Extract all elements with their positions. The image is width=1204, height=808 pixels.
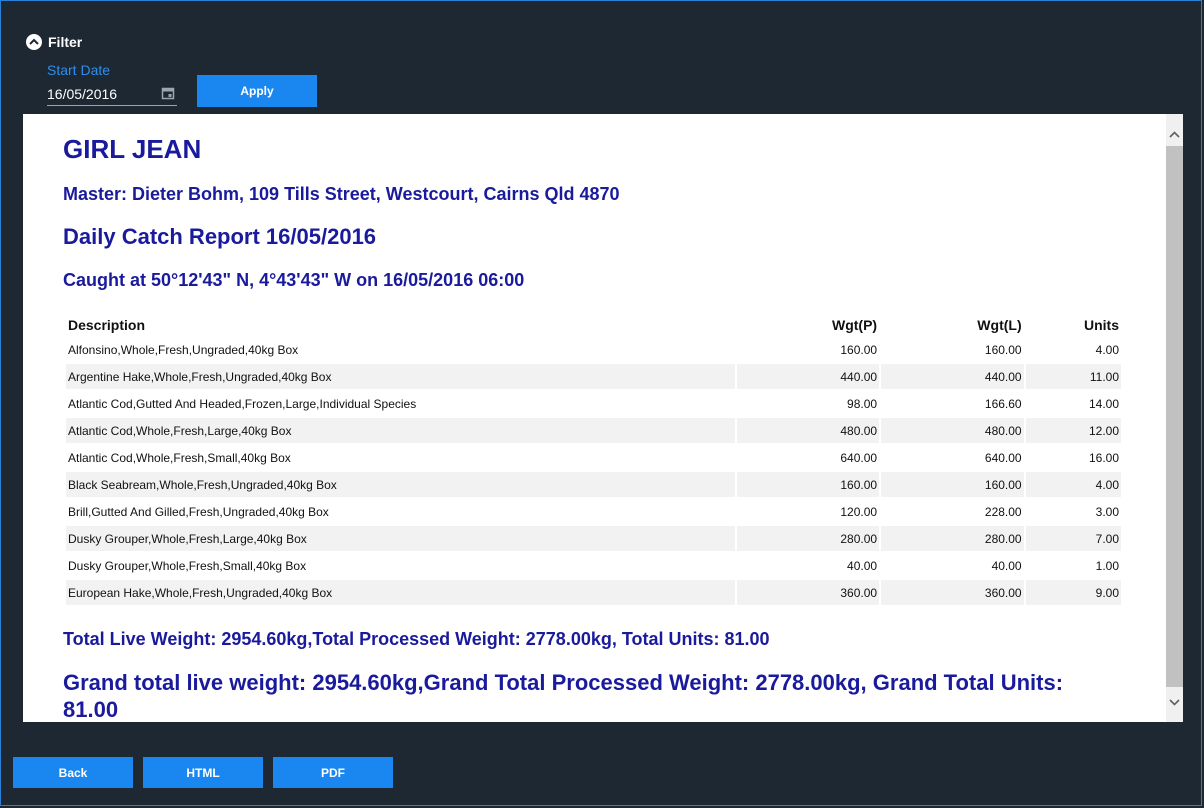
cell-wgt-l: 480.00 xyxy=(881,418,1024,445)
cell-description: Atlantic Cod,Whole,Fresh,Small,40kg Box xyxy=(66,445,735,472)
cell-wgt-p: 640.00 xyxy=(736,445,880,472)
start-date-label: Start Date xyxy=(47,62,111,78)
cell-description: Atlantic Cod,Whole,Fresh,Large,40kg Box xyxy=(66,418,735,445)
cell-units: 11.00 xyxy=(1025,364,1121,391)
column-header-description: Description xyxy=(68,316,146,333)
cell-units: 3.00 xyxy=(1025,499,1121,526)
pdf-button[interactable]: PDF xyxy=(273,757,393,788)
cell-wgt-l: 360.00 xyxy=(881,580,1024,607)
grand-total-line: Grand total live weight: 2954.60kg,Grand… xyxy=(63,670,1064,722)
cell-wgt-p: 160.00 xyxy=(736,337,880,364)
cell-wgt-l: 40.00 xyxy=(881,553,1024,580)
cell-wgt-p: 40.00 xyxy=(736,553,880,580)
cell-wgt-l: 166.60 xyxy=(881,391,1024,418)
cell-wgt-p: 480.00 xyxy=(736,418,880,445)
cell-wgt-l: 160.00 xyxy=(881,337,1024,364)
scroll-up-arrow-icon[interactable] xyxy=(1166,124,1183,144)
cell-wgt-p: 280.00 xyxy=(736,526,880,553)
table-row: Atlantic Cod,Gutted And Headed,Frozen,La… xyxy=(66,391,1121,418)
cell-wgt-l: 640.00 xyxy=(881,445,1024,472)
cell-units: 16.00 xyxy=(1025,445,1121,472)
table-row: Argentine Hake,Whole,Fresh,Ungraded,40kg… xyxy=(66,364,1121,391)
table-row: Dusky Grouper,Whole,Fresh,Large,40kg Box… xyxy=(66,526,1121,553)
back-button[interactable]: Back xyxy=(13,757,133,788)
cell-description: Dusky Grouper,Whole,Fresh,Large,40kg Box xyxy=(66,526,735,553)
column-header-units: Units xyxy=(1084,316,1119,333)
column-header-wgt-l: Wgt(L) xyxy=(977,316,1022,333)
cell-wgt-p: 120.00 xyxy=(736,499,880,526)
table-row: Alfonsino,Whole,Fresh,Ungraded,40kg Box 1… xyxy=(66,337,1121,364)
cell-units: 1.00 xyxy=(1025,553,1121,580)
cell-wgt-l: 160.00 xyxy=(881,472,1024,499)
cell-units: 9.00 xyxy=(1025,580,1121,607)
cell-units: 7.00 xyxy=(1025,526,1121,553)
table-header-row: Description Wgt(P) Wgt(L) Units xyxy=(66,312,1121,337)
cell-description: Alfonsino,Whole,Fresh,Ungraded,40kg Box xyxy=(66,337,735,364)
start-date-input[interactable] xyxy=(47,84,152,104)
html-button[interactable]: HTML xyxy=(143,757,263,788)
cell-description: Argentine Hake,Whole,Fresh,Ungraded,40kg… xyxy=(66,364,735,391)
table-row: Atlantic Cod,Whole,Fresh,Small,40kg Box 6… xyxy=(66,445,1121,472)
cell-units: 4.00 xyxy=(1025,472,1121,499)
cell-units: 12.00 xyxy=(1025,418,1121,445)
cell-description: Brill,Gutted And Gilled,Fresh,Ungraded,4… xyxy=(66,499,735,526)
cell-description: Atlantic Cod,Gutted And Headed,Frozen,La… xyxy=(66,391,735,418)
caught-location: Caught at 50°12'43" N, 4°43'43" W on 16/… xyxy=(63,270,525,290)
table-row: European Hake,Whole,Fresh,Ungraded,40kg … xyxy=(66,580,1121,607)
cell-description: Dusky Grouper,Whole,Fresh,Small,40kg Box xyxy=(66,553,735,580)
table-row: Brill,Gutted And Gilled,Fresh,Ungraded,4… xyxy=(66,499,1121,526)
filter-toggle[interactable]: Filter xyxy=(26,33,82,51)
scroll-down-arrow-icon[interactable] xyxy=(1166,692,1183,712)
table-row: Atlantic Cod,Whole,Fresh,Large,40kg Box 4… xyxy=(66,418,1121,445)
cell-units: 14.00 xyxy=(1025,391,1121,418)
cell-wgt-l: 440.00 xyxy=(881,364,1024,391)
cell-description: Black Seabream,Whole,Fresh,Ungraded,40kg… xyxy=(66,472,735,499)
cell-wgt-p: 440.00 xyxy=(736,364,880,391)
column-header-wgt-p: Wgt(P) xyxy=(831,316,878,333)
cell-wgt-p: 160.00 xyxy=(736,472,880,499)
catch-table: Description Wgt(P) Wgt(L) Units Alfonsin… xyxy=(64,312,1123,607)
report-panel: GIRL JEAN Master: Dieter Bohm, 109 Tills… xyxy=(23,114,1183,722)
start-date-field[interactable] xyxy=(47,82,177,106)
cell-wgt-p: 98.00 xyxy=(736,391,880,418)
vessel-name: GIRL JEAN xyxy=(63,134,202,164)
report-scrollbar[interactable] xyxy=(1166,114,1183,722)
cell-wgt-l: 280.00 xyxy=(881,526,1024,553)
apply-button[interactable]: Apply xyxy=(197,75,317,107)
report-title: Daily Catch Report 16/05/2016 xyxy=(63,224,377,249)
table-row: Dusky Grouper,Whole,Fresh,Small,40kg Box… xyxy=(66,553,1121,580)
cell-units: 4.00 xyxy=(1025,337,1121,364)
scrollbar-thumb[interactable] xyxy=(1166,146,1183,687)
filter-label: Filter xyxy=(48,34,83,50)
master-info: Master: Dieter Bohm, 109 Tills Street, W… xyxy=(63,184,620,204)
cell-description: European Hake,Whole,Fresh,Ungraded,40kg … xyxy=(66,580,735,607)
table-row: Black Seabream,Whole,Fresh,Ungraded,40kg… xyxy=(66,472,1121,499)
total-line: Total Live Weight: 2954.60kg,Total Proce… xyxy=(63,629,770,649)
chevron-up-icon xyxy=(26,34,42,50)
cell-wgt-p: 360.00 xyxy=(736,580,880,607)
cell-wgt-l: 228.00 xyxy=(881,499,1024,526)
calendar-icon[interactable] xyxy=(161,86,175,105)
